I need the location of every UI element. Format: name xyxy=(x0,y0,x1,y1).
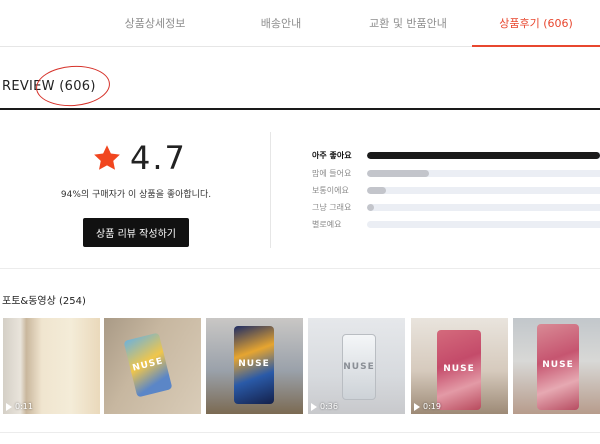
star-icon xyxy=(94,145,120,170)
review-video-thumbnail[interactable]: NUSE 0:19 xyxy=(411,318,508,414)
review-video-thumbnail[interactable]: 0:11 xyxy=(3,318,100,414)
rating-label: 맘에 들어요 xyxy=(312,169,352,178)
review-photo-thumbnail[interactable]: NUSE xyxy=(104,318,201,414)
rating-bar-fill xyxy=(367,170,430,177)
play-icon xyxy=(414,402,420,411)
section-divider xyxy=(0,268,600,269)
video-duration: 0:11 xyxy=(15,402,33,411)
average-rating: 4.7 xyxy=(130,139,187,177)
rating-bar-track xyxy=(367,221,600,228)
device-image: NUSE xyxy=(537,324,579,410)
write-review-button[interactable]: 상품 리뷰 작성하기 xyxy=(83,218,189,247)
review-video-thumbnail[interactable]: NUSE 0:36 xyxy=(308,318,405,414)
video-duration: 0:19 xyxy=(423,402,441,411)
rating-row-like: 맘에 들어요 xyxy=(312,167,600,181)
rating-bar-fill xyxy=(367,204,375,211)
video-duration-badge: 0:19 xyxy=(414,402,441,411)
rating-label: 아주 좋아요 xyxy=(312,151,352,160)
rating-bar-track xyxy=(367,187,600,194)
rating-summary: 4.7 xyxy=(92,138,187,178)
vertical-divider xyxy=(270,132,271,248)
rating-label: 별로예요 xyxy=(312,220,342,229)
device-brand-text: NUSE xyxy=(443,363,475,374)
play-icon xyxy=(311,402,317,411)
title-divider xyxy=(0,108,600,110)
tab-product-details[interactable]: 상품상세정보 xyxy=(92,0,218,46)
photo-thumbnail-strip: 0:11 NUSE NUSE NUSE 0:36 NUSE 0:19 NUSE xyxy=(3,318,600,414)
device-brand-text: NUSE xyxy=(542,360,574,371)
rating-bar-track xyxy=(367,152,600,159)
rating-bar-fill xyxy=(367,152,600,159)
video-duration-badge: 0:36 xyxy=(311,402,338,411)
device-brand-text: NUSE xyxy=(343,361,375,372)
review-photo-thumbnail[interactable]: NUSE xyxy=(513,318,600,414)
device-brand-text: NUSE xyxy=(131,356,165,375)
thumbnail-image xyxy=(3,318,100,414)
rating-label: 보통이에요 xyxy=(312,186,349,195)
rating-row-so-so: 그냥 그래요 xyxy=(312,201,600,215)
device-image: NUSE xyxy=(342,334,376,400)
rating-row-bad: 별로예요 xyxy=(312,218,600,232)
product-tab-bar: 상품상세정보 배송안내 교환 및 반품안내 상품후기 (606) xyxy=(0,0,600,47)
device-image: NUSE xyxy=(234,326,274,404)
play-icon xyxy=(6,402,12,411)
tab-shipping-info[interactable]: 배송안내 xyxy=(218,0,344,46)
rating-bar-track xyxy=(367,170,600,177)
red-annotation-circle xyxy=(34,63,112,109)
device-brand-text: NUSE xyxy=(238,358,270,369)
rating-row-very-good: 아주 좋아요 xyxy=(312,149,600,163)
rating-row-average: 보통이에요 xyxy=(312,184,600,198)
video-duration-badge: 0:11 xyxy=(6,402,33,411)
rating-bar-track xyxy=(367,204,600,211)
review-photo-thumbnail[interactable]: NUSE xyxy=(206,318,303,414)
device-image: NUSE xyxy=(437,330,481,410)
tab-exchange-return[interactable]: 교환 및 반품안내 xyxy=(345,0,471,46)
bottom-divider xyxy=(0,432,600,433)
rating-label: 그냥 그래요 xyxy=(312,203,352,212)
photo-video-section-title: 포토&동영상 (254) xyxy=(2,296,86,307)
satisfaction-text: 94%의 구매자가 이 상품을 좋아합니다. xyxy=(60,190,212,200)
rating-bar-fill xyxy=(367,187,387,194)
video-duration: 0:36 xyxy=(320,402,338,411)
tab-reviews[interactable]: 상품후기 (606) xyxy=(472,0,600,47)
